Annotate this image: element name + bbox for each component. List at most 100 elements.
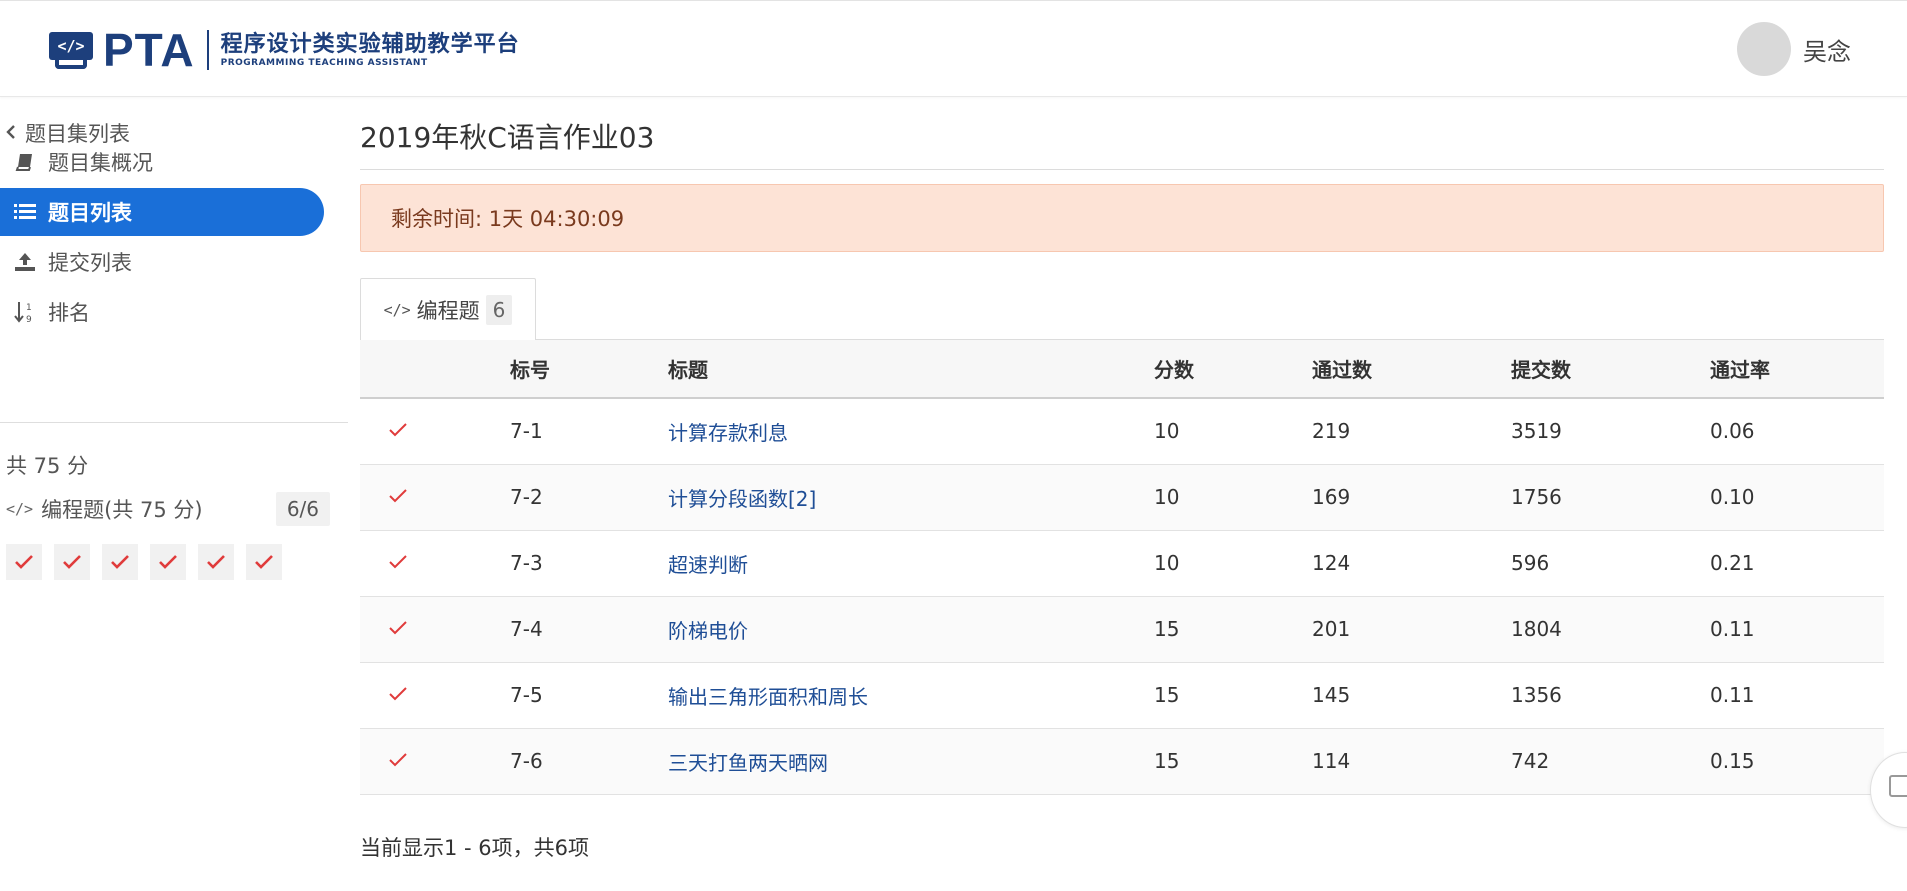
table-row[interactable]: 7-3 超速判断 10 124 596 0.21 [360,530,1884,597]
sidebar-divider [0,422,348,423]
remaining-time-banner: 剩余时间: 1天 04:30:09 [360,184,1884,252]
table-row[interactable]: 7-5 输出三角形面积和周长 15 145 1356 0.11 [360,662,1884,729]
check-icon [63,555,81,569]
problem-type-summary: </> 编程题(共 75 分) 6/6 [6,490,330,528]
list-icon [12,203,38,221]
problem-type-text: 编程题(共 75 分) [41,498,203,522]
tab-label: 编程题 [416,298,480,323]
problem-id: 7-6 [510,728,668,795]
avatar[interactable] [1737,22,1791,76]
tab-programming[interactable]: </> 编程题 6 [360,278,536,340]
sort-numeric-icon: 1 9 [12,300,38,324]
problem-title-link[interactable]: 输出三角形面积和周长 [668,685,868,709]
problem-submitted: 1356 [1511,662,1710,729]
status-cell [360,596,510,663]
page-title: 2019年秋C语言作业03 [360,121,655,154]
table-row[interactable]: 7-4 阶梯电价 15 201 1804 0.11 [360,596,1884,663]
problem-score: 10 [1154,464,1312,531]
logo-divider [206,30,209,70]
table-row[interactable]: 7-1 计算存款利息 10 219 3519 0.06 [360,398,1884,465]
table-row[interactable]: 7-6 三天打鱼两天晒网 15 114 742 0.15 [360,728,1884,795]
problem-title-cell: 阶梯电价 [668,596,1154,663]
logo-en-text: PROGRAMMING TEACHING ASSISTANT [220,57,428,68]
problem-title-cell: 超速判断 [668,530,1154,597]
problem-rate: 0.11 [1710,596,1884,663]
sidebar-item-problem-list[interactable]: 题目列表 [0,188,324,236]
top-header: </> PTA 程序设计类实验辅助教学平台 PROGRAMMING TEACHI… [0,0,1907,97]
sidebar-item-label: 题目列表 [48,201,132,225]
sidebar-item-label: 排名 [48,301,90,325]
logo-cn-text: 程序设计类实验辅助教学平台 [220,31,520,57]
upload-icon [12,252,38,272]
problem-submitted: 1804 [1511,596,1710,663]
problem-passed: 201 [1312,596,1511,663]
problem-status-5[interactable] [198,544,234,580]
problem-status-6[interactable] [246,544,282,580]
problem-title-link[interactable]: 计算分段函数[2] [668,487,816,511]
code-icon: </> [383,300,411,319]
problem-score: 15 [1154,728,1312,795]
code-icon: </> [6,500,34,518]
problem-rate: 0.21 [1710,530,1884,597]
pagination-info: 当前显示1 - 6项，共6项 [360,836,590,860]
check-icon [111,555,129,569]
problem-status-4[interactable] [150,544,186,580]
check-icon [389,687,407,701]
user-name[interactable]: 吴念 [1803,32,1851,67]
user-menu[interactable]: 吴念 [1737,22,1851,76]
problem-title-cell: 三天打鱼两天晒网 [668,728,1154,795]
problem-title-link[interactable]: 超速判断 [668,553,748,577]
pta-logo[interactable]: </> PTA 程序设计类实验辅助教学平台 PROGRAMMING TEACHI… [49,27,520,73]
sidebar-item-submissions[interactable]: 提交列表 [0,238,324,286]
problem-type-count: 6/6 [275,492,330,526]
problem-title-cell: 输出三角形面积和周长 [668,662,1154,729]
problem-passed: 219 [1312,398,1511,465]
feedback-icon [1889,775,1907,797]
total-score: 共 75 分 [6,454,89,478]
check-icon [207,555,225,569]
column-header-score: 分数 [1154,340,1312,399]
status-cell [360,530,510,597]
problem-title-link[interactable]: 计算存款利息 [668,421,788,445]
check-icon [389,555,407,569]
check-icon [389,489,407,503]
problem-status-2[interactable] [54,544,90,580]
column-header-status [360,340,510,399]
column-header-title: 标题 [668,340,1154,399]
problem-rate: 0.15 [1710,728,1884,795]
problem-status-3[interactable] [102,544,138,580]
problem-title-cell: 计算分段函数[2] [668,464,1154,531]
status-cell [360,662,510,729]
check-icon [389,753,407,767]
sidebar-item-ranking[interactable]: 1 9 排名 [0,288,324,336]
title-divider [360,169,1884,170]
column-header-id: 标号 [510,340,668,399]
code-screen-logo-icon: </> [49,30,93,70]
svg-text:9: 9 [26,315,32,324]
problem-table: 标号 标题 分数 通过数 提交数 通过率 7-1 计算存款利息 10 219 3… [360,340,1884,795]
svg-text:1: 1 [26,303,32,313]
problem-title-link[interactable]: 阶梯电价 [668,619,748,643]
problem-submitted: 1756 [1511,464,1710,531]
solved-problem-grid [6,544,294,580]
problem-score: 10 [1154,398,1312,465]
problem-passed: 124 [1312,530,1511,597]
problem-id: 7-2 [510,464,668,531]
logo-text: PTA [103,24,195,76]
problem-title-cell: 计算存款利息 [668,398,1154,465]
logo-subtitle: 程序设计类实验辅助教学平台 PROGRAMMING TEACHING ASSIS… [221,32,520,69]
problem-submitted: 742 [1511,728,1710,795]
sidebar-item-overview[interactable]: 题目集概况 [0,138,324,186]
problem-rate: 0.06 [1710,398,1884,465]
table-row[interactable]: 7-2 计算分段函数[2] 10 169 1756 0.10 [360,464,1884,531]
problem-passed: 114 [1312,728,1511,795]
problem-passed: 145 [1312,662,1511,729]
problem-status-1[interactable] [6,544,42,580]
problem-submitted: 3519 [1511,398,1710,465]
problem-score: 15 [1154,662,1312,729]
sidebar-item-label: 提交列表 [48,251,132,275]
sidebar-item-label: 题目集概况 [48,151,153,175]
problem-submitted: 596 [1511,530,1710,597]
problem-title-link[interactable]: 三天打鱼两天晒网 [668,751,828,775]
check-icon [389,423,407,437]
